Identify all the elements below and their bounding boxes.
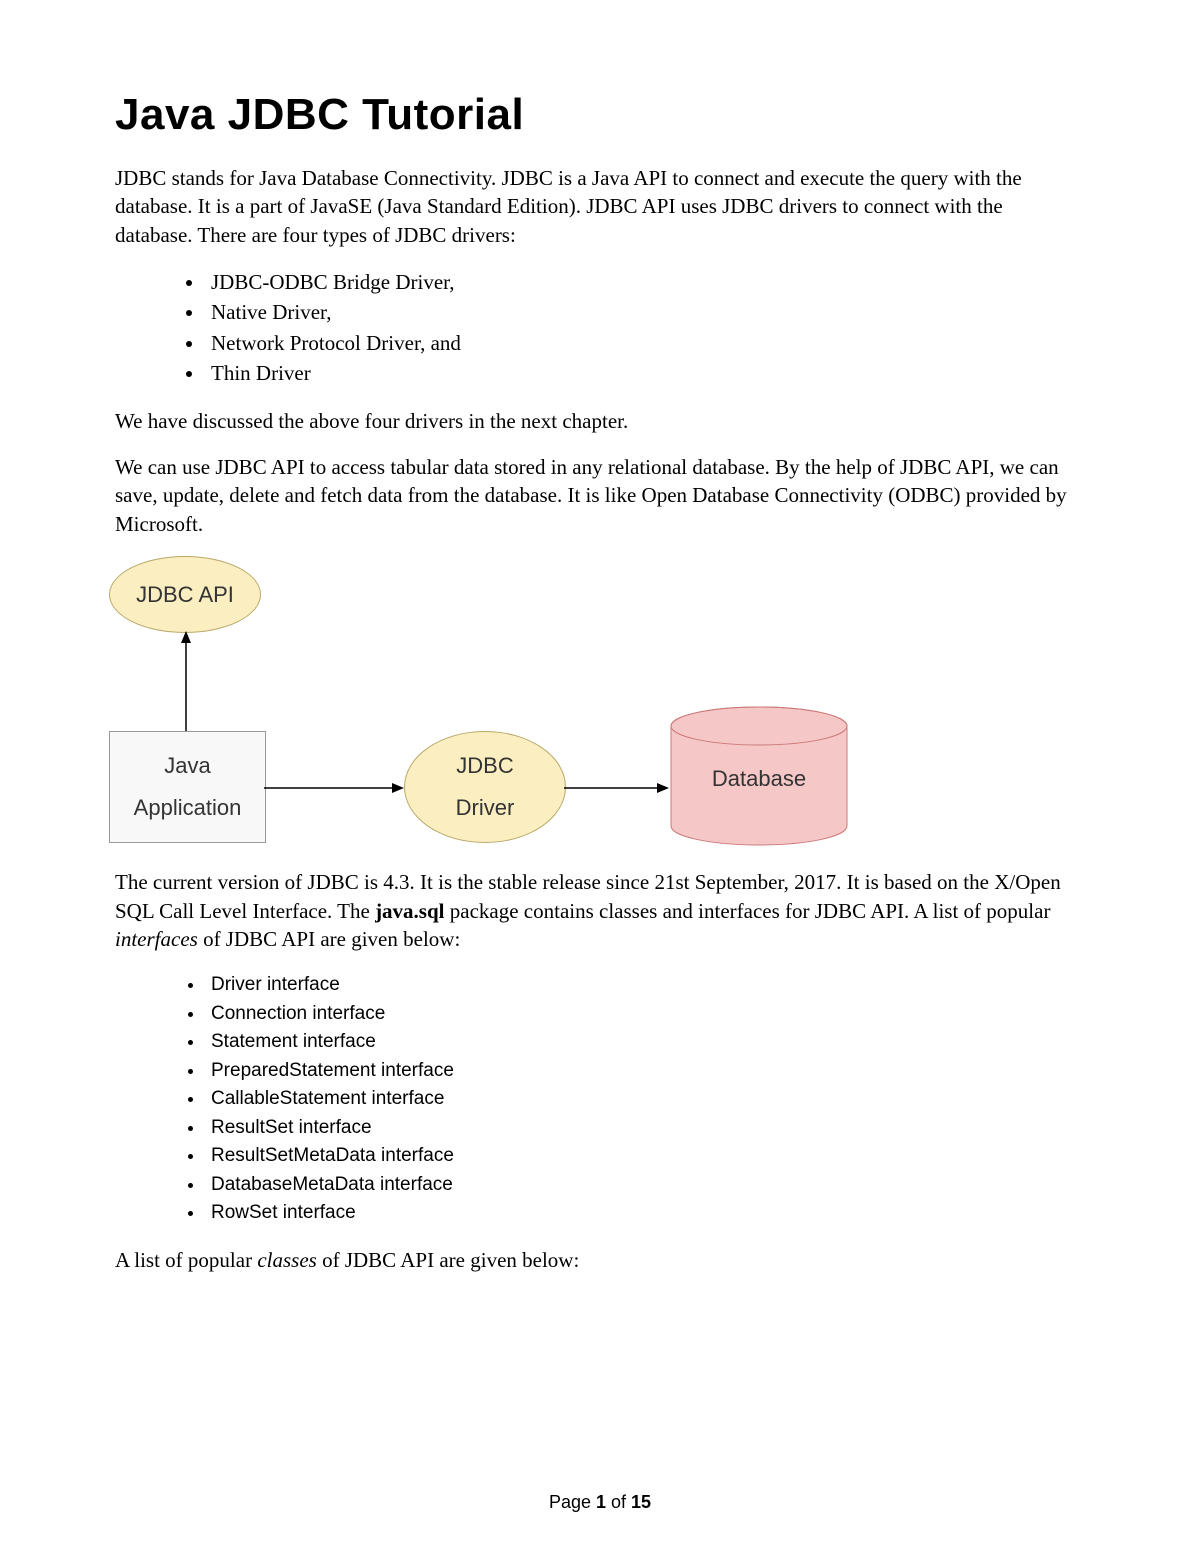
list-item: ResultSet interface [205, 1114, 1085, 1143]
page-footer: Page 1 of 15 [0, 1492, 1200, 1513]
node-label: JDBC [456, 745, 513, 787]
list-item: RowSet interface [205, 1199, 1085, 1228]
text-bold-package: java.sql [375, 899, 444, 923]
arrow-right-icon [564, 781, 669, 801]
footer-text: of [606, 1492, 631, 1512]
node-label: Driver [456, 787, 515, 829]
node-java-application: Java Application [109, 731, 266, 843]
list-item: Statement interface [205, 1028, 1085, 1057]
node-jdbc-api: JDBC API [109, 556, 261, 633]
list-item: DatabaseMetaData interface [205, 1171, 1085, 1200]
node-database: Database [669, 706, 849, 846]
list-item: Thin Driver [205, 358, 1085, 388]
node-label: Java [164, 745, 210, 787]
arrow-right-icon [264, 781, 404, 801]
node-label: Application [134, 787, 242, 829]
node-label: Database [669, 766, 849, 792]
page-total: 15 [631, 1492, 651, 1512]
driver-types-list: JDBC-ODBC Bridge Driver, Native Driver, … [115, 267, 1085, 389]
list-item: CallableStatement interface [205, 1085, 1085, 1114]
paragraph-next-chapter: We have discussed the above four drivers… [115, 407, 1085, 435]
arrow-up-icon [179, 631, 199, 731]
text: A list of popular [115, 1248, 257, 1272]
document-page: Java JDBC Tutorial JDBC stands for Java … [0, 0, 1200, 1553]
intro-paragraph: JDBC stands for Java Database Connectivi… [115, 164, 1085, 249]
list-item: JDBC-ODBC Bridge Driver, [205, 267, 1085, 297]
jdbc-architecture-diagram: JDBC API Java Application JDBC Driver Da… [109, 556, 909, 846]
node-jdbc-driver: JDBC Driver [404, 731, 566, 843]
node-label: JDBC API [136, 582, 234, 608]
footer-text: Page [549, 1492, 596, 1512]
list-item: Native Driver, [205, 297, 1085, 327]
text-italic-classes: classes [257, 1248, 317, 1272]
list-item: PreparedStatement interface [205, 1057, 1085, 1086]
text: of JDBC API are given below: [198, 927, 460, 951]
page-current: 1 [596, 1492, 606, 1512]
list-item: Driver interface [205, 971, 1085, 1000]
page-title: Java JDBC Tutorial [115, 90, 1085, 140]
interfaces-list: Driver interface Connection interface St… [115, 971, 1085, 1228]
text: of JDBC API are given below: [317, 1248, 579, 1272]
list-item: Network Protocol Driver, and [205, 328, 1085, 358]
paragraph-classes: A list of popular classes of JDBC API ar… [115, 1246, 1085, 1274]
list-item: Connection interface [205, 1000, 1085, 1029]
paragraph-access-data: We can use JDBC API to access tabular da… [115, 453, 1085, 538]
list-item: ResultSetMetaData interface [205, 1142, 1085, 1171]
paragraph-version: The current version of JDBC is 4.3. It i… [115, 868, 1085, 953]
text: package contains classes and interfaces … [445, 899, 1051, 923]
text-italic-interfaces: interfaces [115, 927, 198, 951]
